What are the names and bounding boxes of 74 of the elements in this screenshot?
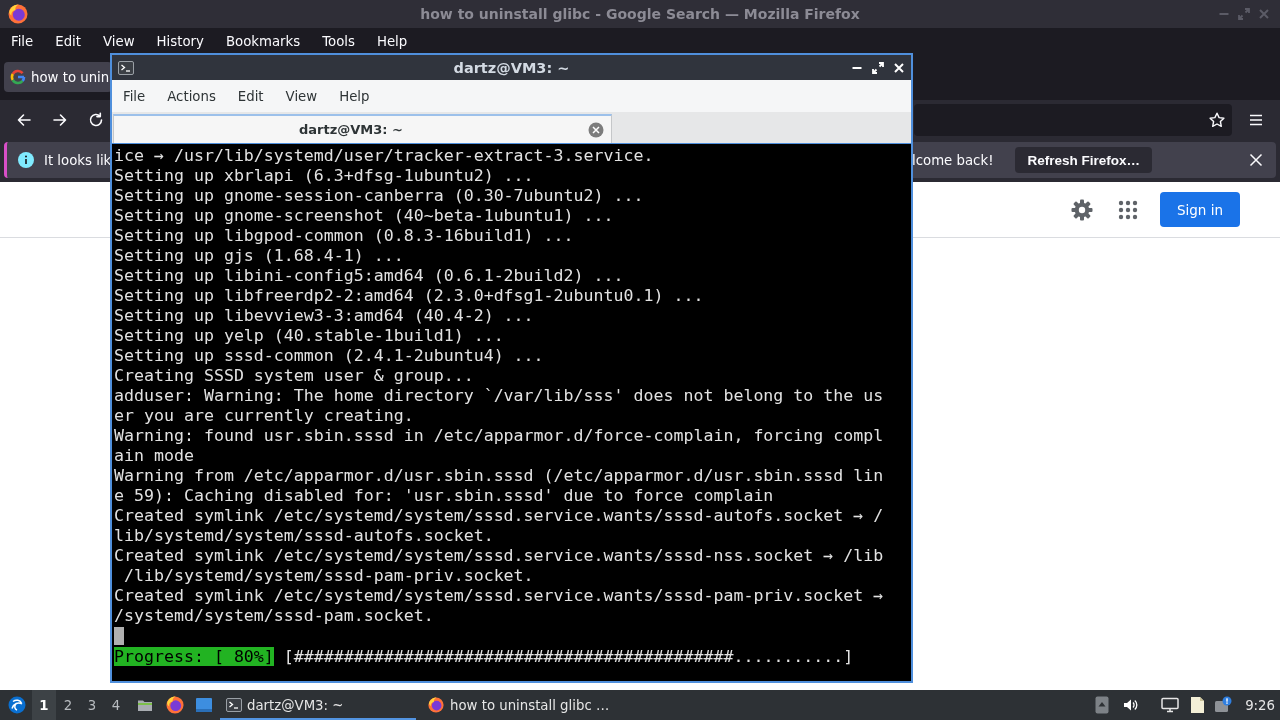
terminal-line: Setting up libgpod-common (0.8.3-16build1) ... [114, 226, 574, 246]
close-tab-icon[interactable] [588, 121, 604, 138]
menu-item[interactable]: File [112, 80, 157, 112]
reload-icon[interactable] [88, 112, 104, 128]
terminal-line: Setting up yelp (40.stable-1build1) ... [114, 326, 504, 346]
progress-label: Progress: [ 80%] [114, 647, 274, 666]
clock: 9:26 [1245, 697, 1275, 713]
menu-item[interactable]: File [0, 28, 45, 54]
terminal-icon [118, 60, 134, 75]
terminal-line: Created symlink /etc/systemd/system/sssd.service.wants/sssd-autofs.socket → / [114, 506, 884, 526]
terminal-line: Warning from /etc/apparmor.d/usr.sbin.sssd (/etc/apparmor.d/usr.sbin.sssd lin [114, 466, 884, 486]
workspace-button[interactable]: 4 [104, 690, 128, 720]
menu-item[interactable]: Help [328, 80, 381, 112]
terminal-line: /lib/systemd/system/sssd-pam-priv.socket. [123, 566, 534, 586]
menu-icon[interactable] [1248, 112, 1264, 128]
forward-arrow-icon[interactable] [52, 112, 68, 128]
firefox-logo-icon [8, 4, 28, 24]
menu-item[interactable]: View [92, 28, 146, 54]
info-icon [18, 152, 34, 168]
menu-item[interactable]: Bookmarks [214, 28, 312, 54]
terminal-line: Setting up sssd-common (2.4.1-2ubuntu4) ... [114, 346, 544, 366]
browser-tab[interactable]: how to unin [4, 62, 112, 92]
terminal-line: /systemd/system/sssd-pam.socket. [114, 606, 434, 626]
terminal-icon [226, 698, 242, 712]
terminal-line: e 59): Caching disabled for: 'usr.sbin.sssd' due to force complain [114, 486, 774, 506]
task-button[interactable]: how to uninstall glibc … [420, 690, 616, 720]
back-arrow-icon[interactable] [16, 112, 32, 128]
menu-item[interactable]: History [145, 28, 215, 54]
menu-item[interactable]: Help [365, 28, 419, 54]
window-title: dartz@VM3: ~ [453, 59, 570, 76]
menu-item[interactable]: Edit [226, 80, 275, 112]
workspace-button[interactable]: 2 [56, 690, 80, 720]
terminal-line: Creating SSSD system user & group... [114, 366, 474, 386]
cursor-icon [114, 627, 124, 645]
settings-icon[interactable] [1070, 197, 1094, 222]
volume-icon[interactable] [1122, 697, 1139, 713]
terminal-line: Setting up xbrlapi (6.3+dfsg-1ubuntu2) ... [114, 166, 534, 186]
progress-text: [############################################...........] [283, 647, 854, 666]
terminal-line: er you are currently creating. [114, 406, 414, 426]
terminal-line: Setting up gnome-screenshot (40~beta-1ubuntu1) ... [114, 206, 614, 226]
google-g-icon [10, 69, 26, 85]
task-button[interactable]: dartz@VM3: ~ [220, 690, 416, 720]
firefox-logo-icon [428, 697, 444, 713]
menu-item[interactable]: Edit [44, 28, 92, 54]
menu-item[interactable]: Actions [156, 80, 227, 112]
terminal-line: lib/systemd/system/sssd-autofs.socket. [114, 526, 494, 546]
workspace-button[interactable]: 3 [80, 690, 104, 720]
terminal-tab[interactable]: dartz@VM3: ~ [113, 114, 612, 143]
terminal-line: Warning: found usr.sbin.sssd in /etc/apparmor.d/force-complain, forcing compl [114, 426, 884, 446]
refresh-button[interactable]: Refresh Firefox… [1015, 147, 1152, 173]
terminal-line: adduser: Warning: The home directory `/var/lib/sss' does not belong to the us [114, 386, 884, 406]
sign-in-button[interactable]: Sign in [1160, 192, 1240, 227]
star-icon[interactable] [1209, 112, 1225, 128]
terminal-line: Setting up libini-config5:amd64 (0.6.1-2build2) ... [114, 266, 624, 286]
terminal-line: ain mode [114, 446, 194, 466]
url-field[interactable] [914, 104, 1232, 136]
notification-icon[interactable] [1214, 696, 1233, 714]
monitor-icon[interactable] [1161, 697, 1180, 713]
notification-text: It looks lik [44, 152, 112, 168]
menu-item[interactable]: View [274, 80, 329, 112]
note-icon[interactable] [1189, 696, 1206, 714]
workspace-button[interactable]: 1 [32, 690, 56, 720]
terminal-line: Created symlink /etc/systemd/system/sssd.service.wants/sssd-nss.socket → /lib [114, 546, 884, 566]
terminal-line: Setting up libfreerdp2-2:amd64 (2.3.0+dfsg1-2ubuntu0.1) ... [114, 286, 704, 306]
firefox-logo-icon[interactable] [166, 696, 184, 714]
start-menu-icon[interactable] [8, 696, 26, 714]
terminal-line: Setting up libevview3-3:amd64 (40.4-2) ... [114, 306, 534, 326]
terminal-line: Created symlink /etc/systemd/system/sssd.service.wants/sssd-pam-priv.socket → [114, 586, 884, 606]
terminal-line: ice → /usr/lib/systemd/user/tracker-extract-3.service. [114, 146, 654, 166]
terminal-line: Setting up gnome-session-canberra (0.30-7ubuntu2) ... [114, 186, 644, 206]
menu-item[interactable]: Tools [311, 28, 366, 54]
window-title: how to uninstall glibc - Google Search — Mozilla Firefox [420, 6, 860, 22]
terminal-line: Setting up gjs (1.68.4-1) ... [114, 246, 404, 266]
notification-text: lcome back! [912, 152, 994, 168]
